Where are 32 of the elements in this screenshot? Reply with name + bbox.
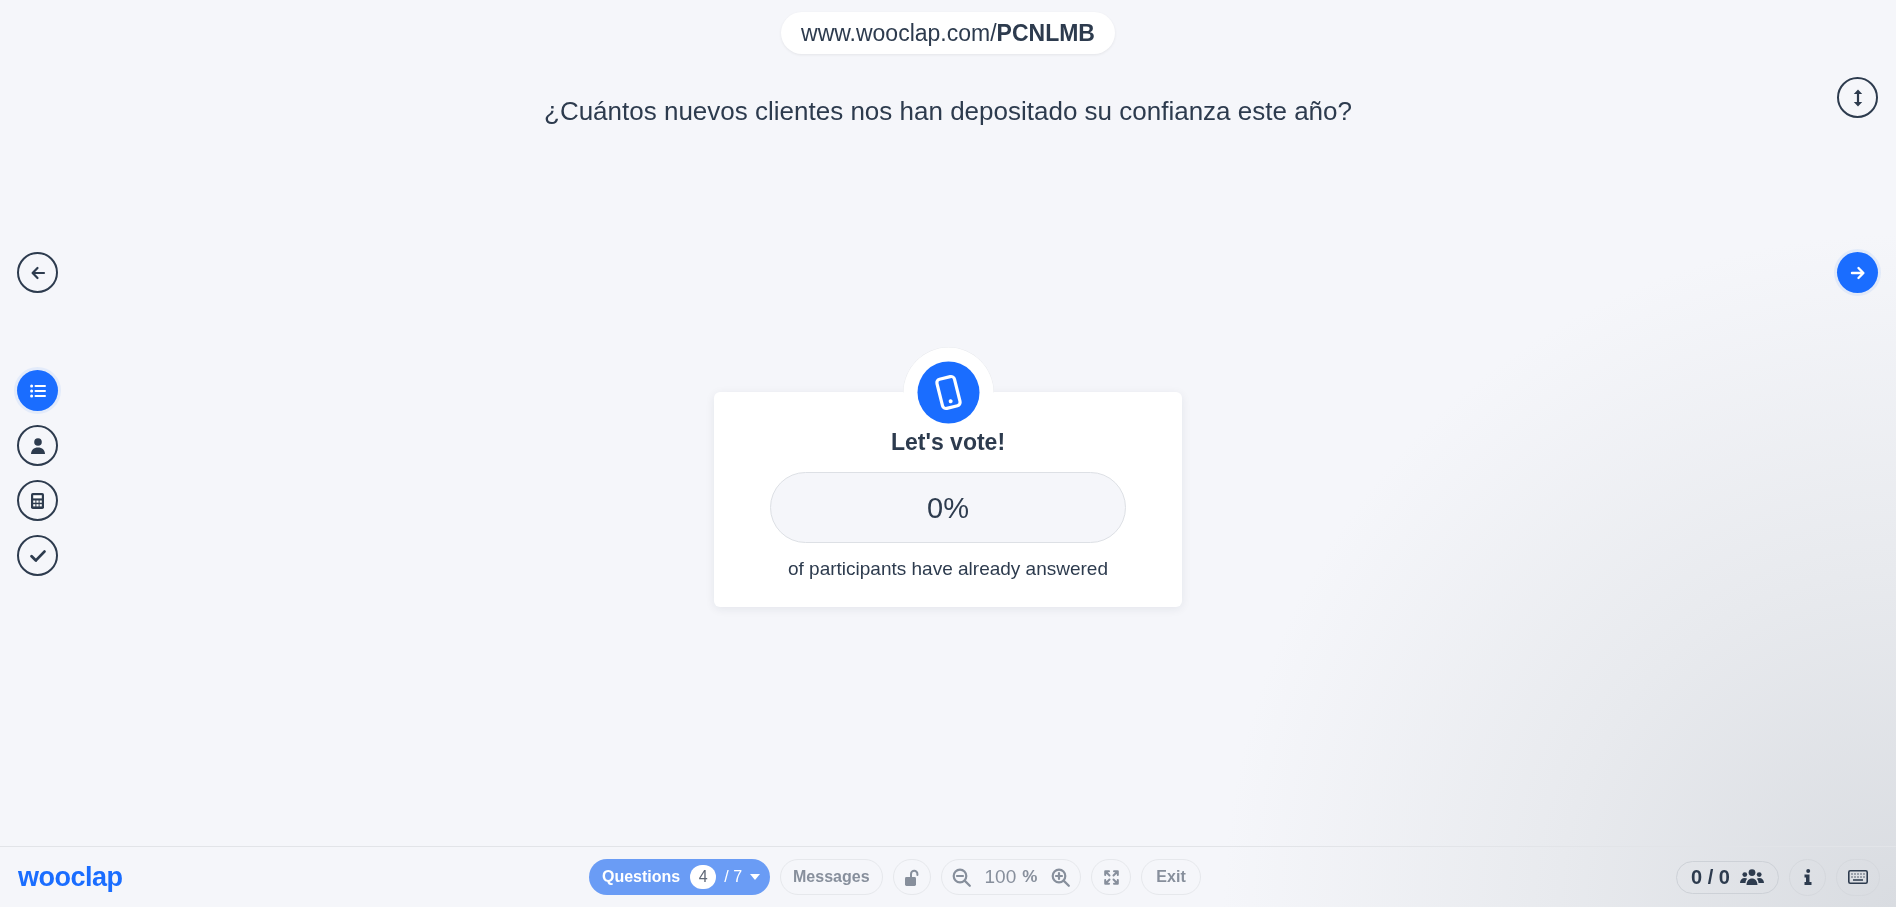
arrow-left-icon xyxy=(29,264,46,281)
person-icon xyxy=(30,437,45,454)
expand-arrows-icon xyxy=(1103,869,1119,885)
previous-button[interactable] xyxy=(17,252,58,293)
zoom-unit: % xyxy=(1022,866,1038,889)
list-icon xyxy=(29,383,46,398)
question-number: 4 xyxy=(690,865,717,889)
card-caption: of participants have already answered xyxy=(788,557,1108,581)
resize-button[interactable] xyxy=(1837,77,1878,118)
keyboard-icon xyxy=(1848,870,1868,884)
answer-rate: 0% xyxy=(927,490,969,526)
caret-down-icon xyxy=(750,874,761,880)
question-title: ¿Cuántos nuevos clientes nos han depositado su confianza este año? xyxy=(544,95,1352,128)
vertical-arrows-icon xyxy=(1852,88,1863,107)
logo-wordmark: wooclap xyxy=(18,861,123,893)
sidebar-button[interactable] xyxy=(17,425,58,466)
zoom-out-icon xyxy=(951,867,971,887)
padlock-icon xyxy=(903,868,920,886)
sidebar-button[interactable] xyxy=(17,480,58,521)
sidebar-button[interactable] xyxy=(17,535,58,576)
info-icon xyxy=(1803,869,1812,885)
people-icon xyxy=(1740,869,1764,885)
checkmark-icon xyxy=(29,549,46,562)
next-button[interactable] xyxy=(1837,252,1878,293)
session-url: www.wooclap.com/PCNLMB xyxy=(781,12,1115,54)
sidebar-button[interactable] xyxy=(17,370,58,411)
zoom-level: 100 xyxy=(984,864,1017,889)
card-title: Let's vote! xyxy=(890,428,1006,456)
calculator-icon xyxy=(31,492,44,509)
arrow-right-icon xyxy=(1849,264,1866,281)
zoom-in-icon xyxy=(1051,867,1071,887)
question-total: / 7 xyxy=(724,867,743,887)
